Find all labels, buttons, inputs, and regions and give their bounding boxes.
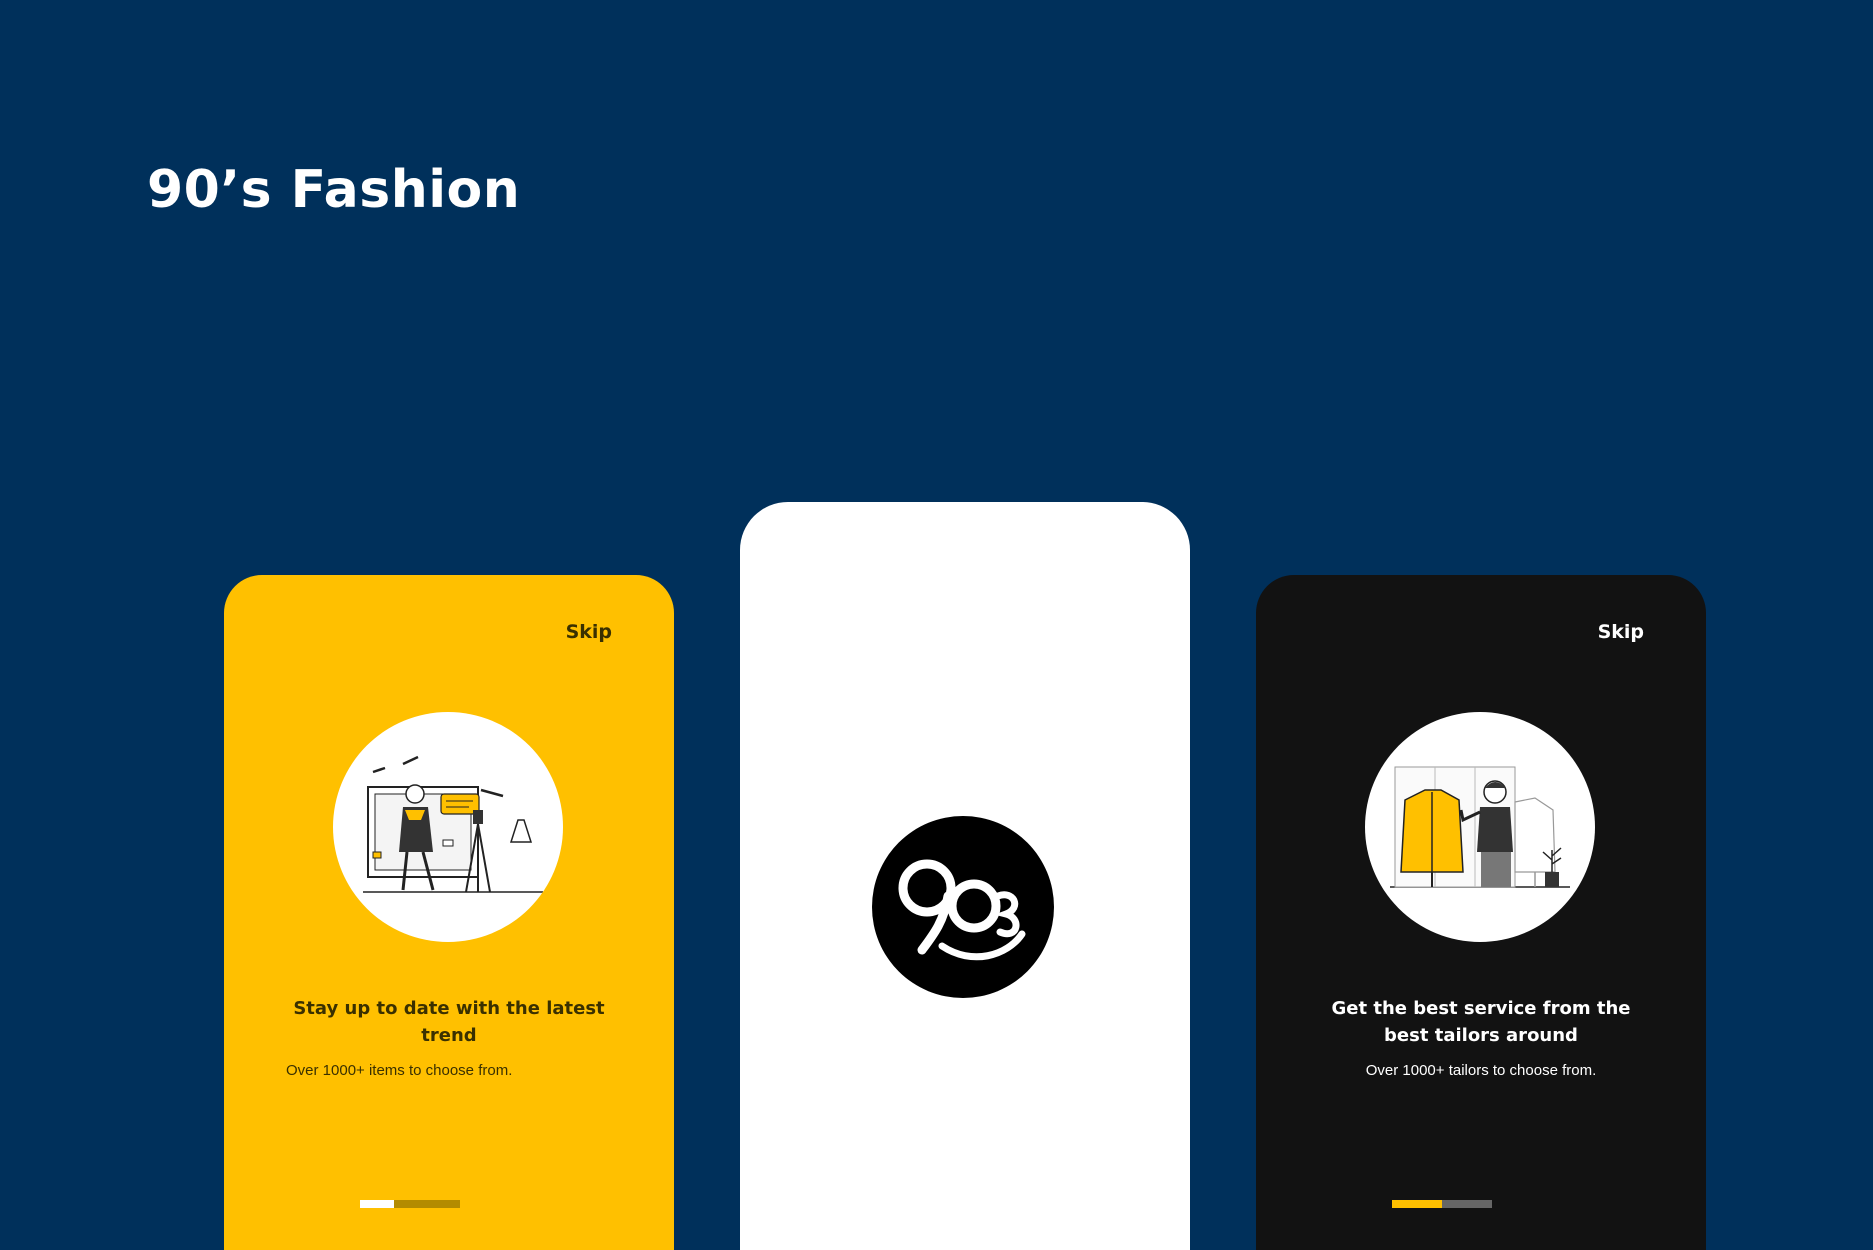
tailor-illustration: [1365, 712, 1595, 942]
skip-button[interactable]: Skip: [566, 621, 612, 643]
fashion-blogger-illustration: [333, 712, 563, 942]
page-indicator: [360, 1200, 460, 1208]
90s-logo-icon: [872, 816, 1054, 998]
onboarding-subtext: Over 1000+ tailors to choose from.: [1365, 1062, 1597, 1079]
page-indicator-active: [1392, 1200, 1442, 1208]
page-indicator-inactive: [394, 1200, 460, 1208]
splash-screen: [740, 502, 1190, 1250]
onboarding-subtext: Over 1000+ items to choose from.: [286, 1062, 513, 1079]
skip-button[interactable]: Skip: [1598, 621, 1644, 643]
page-indicator-active: [360, 1200, 394, 1208]
page-title: 90’s Fashion: [147, 160, 521, 220]
onboarding-screen-tailors: Skip Get the best service from the best …: [1256, 575, 1706, 1250]
onboarding-screen-trend: Skip Stay up to date with the latest tre…: [224, 575, 674, 1250]
onboarding-heading: Stay up to date with the latest trend: [293, 998, 605, 1046]
onboarding-heading: Get the best service from the best tailo…: [1331, 998, 1631, 1046]
page-indicator-inactive: [1442, 1200, 1492, 1208]
page-indicator: [1392, 1200, 1492, 1208]
